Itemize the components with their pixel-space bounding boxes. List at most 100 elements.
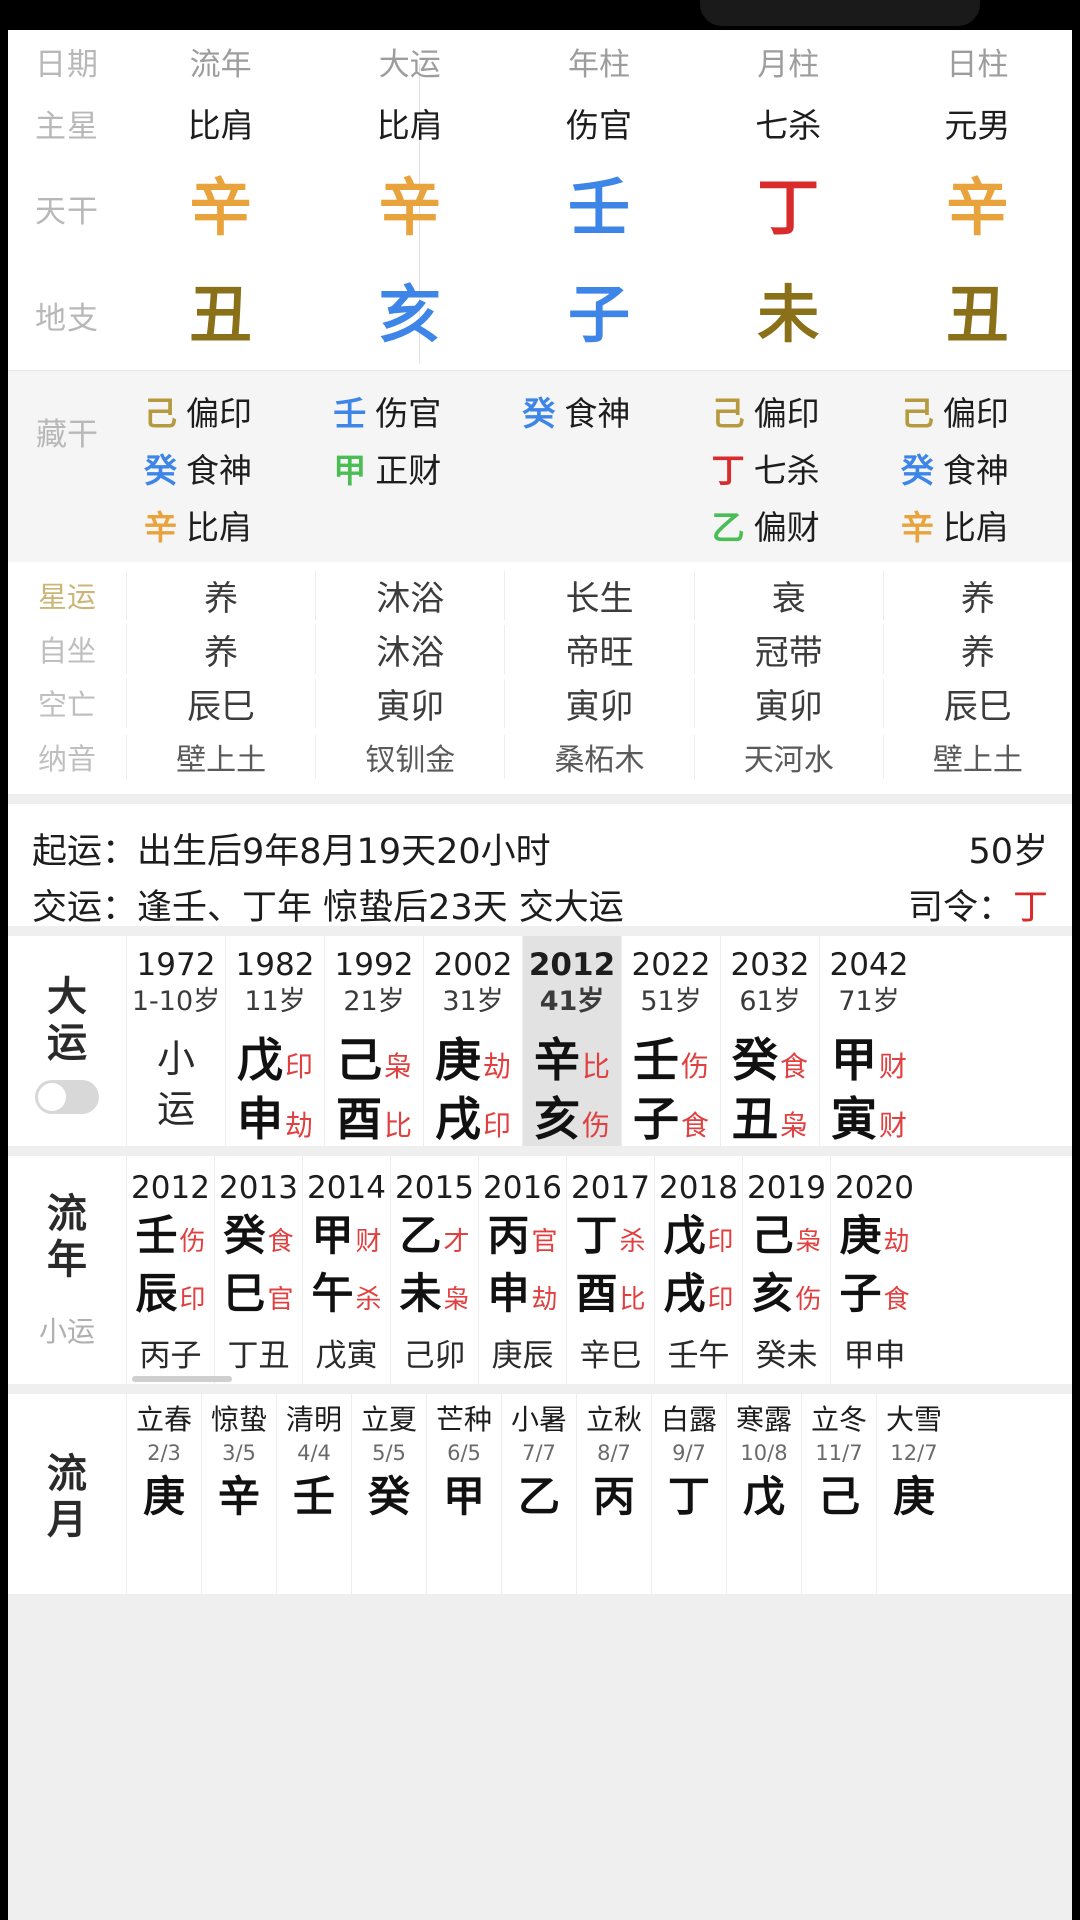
- liuyue-cell[interactable]: 立夏 5/5 癸: [351, 1394, 426, 1594]
- pillar-header-year[interactable]: 年柱: [504, 39, 693, 84]
- dayun-stem-char: 辛: [533, 1033, 580, 1087]
- hidden-stems-col-dayun: 壬伤官甲正财: [315, 385, 504, 562]
- hidden-stem-char: 己: [711, 394, 745, 433]
- fortune-cell: 辰巳: [882, 678, 1072, 728]
- liunian-stem-char: 丁: [575, 1211, 618, 1260]
- dayun-stem: 甲财: [820, 1034, 918, 1093]
- liuyue-cell[interactable]: 寒露 10/8 戊: [726, 1394, 801, 1594]
- dayun-branch-god: 枭: [779, 1109, 808, 1142]
- liunian-stem-char: 乙: [399, 1211, 442, 1260]
- liunian-scrollbar[interactable]: [132, 1376, 232, 1382]
- dayun-cell[interactable]: 1972 1-10岁小运: [126, 936, 225, 1146]
- dayun-stem: 辛比: [523, 1034, 621, 1093]
- hidden-stems-label: 藏干: [36, 417, 98, 453]
- liunian-cell-year: 2016: [483, 1170, 562, 1206]
- dayun-cell[interactable]: 2042 71岁甲财寅财: [819, 936, 918, 1146]
- liunian-stem-char: 甲: [311, 1211, 354, 1260]
- hidden-stem-char: 乙: [711, 508, 745, 547]
- fortune-row: 空亡 辰巳 寅卯 寅卯 寅卯 辰巳: [8, 676, 1072, 730]
- liunian-stem: 癸食: [215, 1210, 302, 1268]
- liunian-cells[interactable]: 2012 壬伤辰印丙子 2013 癸食巳官丁丑 2014 甲财午杀戊寅 2015 乙才未枭己卯…: [126, 1156, 1072, 1384]
- dayun-cell[interactable]: 1982 11岁戊印申劫: [225, 936, 324, 1146]
- hidden-stem-god: 食神: [186, 451, 252, 490]
- pillar-header-month[interactable]: 月柱: [694, 39, 883, 84]
- dayun-toggle[interactable]: [35, 1080, 99, 1114]
- liuyue-strip[interactable]: 流 月 立春 2/3 庚 惊蛰 3/5 辛 清明 4/4 壬 立夏 5/5 癸 芒种 6/5 甲 小暑 7/7 乙…: [8, 1394, 1072, 1594]
- dayun-stem-char: 己: [335, 1033, 382, 1087]
- row-label-branch: 地支: [35, 300, 99, 337]
- liuyue-cell[interactable]: 清明 4/4 壬: [276, 1394, 351, 1594]
- liunian-cell-xiaoyun: 辛巳: [579, 1338, 642, 1374]
- jiaoyun-text: 交运：逢壬、丁年 惊蛰后23天 交大运: [32, 879, 624, 930]
- liuyue-cell-stem: 癸: [367, 1472, 410, 1521]
- stem-liunian: 辛: [189, 171, 252, 244]
- liuyue-cell[interactable]: 小暑 7/7 乙: [501, 1394, 576, 1594]
- dayun-branch-char: 亥: [533, 1092, 580, 1146]
- liuyue-cell-date: 8/7: [597, 1441, 631, 1465]
- liuyue-cell-date: 12/7: [890, 1441, 938, 1465]
- dayun-cell[interactable]: 2032 61岁癸食丑枭: [720, 936, 819, 1146]
- liuyue-cell[interactable]: 立春 2/3 庚: [126, 1394, 201, 1594]
- liunian-cell-year: 2019: [747, 1170, 826, 1206]
- hidden-stems-col-liunian: 己偏印癸食神辛比肩: [126, 385, 315, 562]
- dayun-cell[interactable]: 2012 41岁辛比亥伤: [522, 936, 621, 1146]
- fortune-cell: 长生: [504, 570, 693, 620]
- hidden-stems-col-day: 己偏印癸食神辛比肩: [883, 385, 1072, 562]
- liunian-cell-year: 2014: [307, 1170, 386, 1206]
- dayun-cells[interactable]: 1972 1-10岁小运 1982 11岁戊印申劫 1992 21岁己枭酉比 2002 31岁…: [126, 936, 1072, 1146]
- fortune-cell: 寅卯: [315, 678, 504, 728]
- liunian-cell[interactable]: 2014 甲财午杀戊寅: [302, 1156, 390, 1384]
- dayun-cell[interactable]: 1992 21岁己枭酉比: [324, 936, 423, 1146]
- fortune-row-label: 自坐: [37, 634, 96, 668]
- liuyue-cell[interactable]: 惊蛰 3/5 辛: [201, 1394, 276, 1594]
- hidden-stems-block: 藏干 己偏印癸食神辛比肩 壬伤官甲正财 癸食神 己偏印丁七杀乙偏财 己偏印癸食神…: [8, 370, 1072, 562]
- dayun-title: 大 运: [8, 936, 126, 1146]
- dayun-cell[interactable]: 2022 51岁壬伤子食: [621, 936, 720, 1146]
- liuyue-cell[interactable]: 大雪 12/7 庚: [876, 1394, 951, 1594]
- liuyue-cell[interactable]: 白露 9/7 丁: [651, 1394, 726, 1594]
- dayun-cell[interactable]: 2002 31岁庚劫戌印: [423, 936, 522, 1146]
- pillar-header-liunian[interactable]: 流年: [126, 39, 315, 84]
- dayun-stem-god: 劫: [482, 1050, 511, 1083]
- liuyue-cells[interactable]: 立春 2/3 庚 惊蛰 3/5 辛 清明 4/4 壬 立夏 5/5 癸 芒种 6/5 甲 小暑 7/7 乙 立秋 8/…: [126, 1394, 1072, 1594]
- liuyue-cell-date: 4/4: [297, 1441, 331, 1465]
- dayun-stem-char: 甲: [830, 1033, 877, 1087]
- liunian-cell[interactable]: 2018 戊印戌印壬午: [654, 1156, 742, 1384]
- jiaoyun-label: 交运：: [32, 887, 138, 928]
- liuyue-cell[interactable]: 立秋 8/7 丙: [576, 1394, 651, 1594]
- liunian-branch-god: 枭: [443, 1285, 470, 1315]
- liuyue-cell[interactable]: 芒种 6/5 甲: [426, 1394, 501, 1594]
- liunian-cell[interactable]: 2016 丙官申劫庚辰: [478, 1156, 566, 1384]
- liunian-cell[interactable]: 2019 己枭亥伤癸未: [742, 1156, 830, 1384]
- hidden-stem-item: 己偏印: [712, 385, 883, 442]
- liunian-strip[interactable]: 流 年 小运 2012 壬伤辰印丙子 2013 癸食巳官丁丑 2014 甲财午杀戊寅 201…: [8, 1156, 1072, 1384]
- stem-day: 辛: [946, 171, 1009, 244]
- fortune-cell: 帝旺: [504, 624, 693, 674]
- qiyun-line-2: 交运：逢壬、丁年 惊蛰后23天 交大运 司令：丁: [32, 876, 1048, 932]
- dayun-stem-god: 比: [581, 1050, 610, 1083]
- liunian-cell[interactable]: 2020 庚劫子食甲申: [830, 1156, 918, 1384]
- fortune-cell: 冠带: [693, 624, 883, 674]
- liunian-cell[interactable]: 2015 乙才未枭己卯: [390, 1156, 478, 1384]
- dayun-strip[interactable]: 大 运 1972 1-10岁小运 1982 11岁戊印申劫 1992 21岁己枭酉比 200…: [8, 936, 1072, 1146]
- liunian-cell[interactable]: 2017 丁杀酉比辛巳: [566, 1156, 654, 1384]
- liunian-cell[interactable]: 2012 壬伤辰印丙子: [126, 1156, 214, 1384]
- liunian-cell-xiaoyun: 丁丑: [227, 1338, 290, 1374]
- fortune-cell: 壁上土: [126, 735, 315, 779]
- pillar-header-dayun[interactable]: 大运: [315, 39, 504, 84]
- liunian-cell-xiaoyun: 戊寅: [315, 1338, 378, 1374]
- liunian-branch-char: 子: [839, 1269, 882, 1318]
- dayun-toggle-knob: [38, 1083, 66, 1111]
- page-content: 日期 流年 大运 年柱 月柱 日柱 主星 比肩 比肩 伤官 七杀 元男 天干 辛…: [8, 30, 1072, 1920]
- hidden-stem-item: 癸食神: [144, 442, 315, 499]
- app-screen: 日期 流年 大运 年柱 月柱 日柱 主星 比肩 比肩 伤官 七杀 元男 天干 辛…: [0, 0, 1080, 1920]
- pillar-header-day[interactable]: 日柱: [883, 39, 1072, 84]
- liunian-cell[interactable]: 2013 癸食巳官丁丑: [214, 1156, 302, 1384]
- liuyue-cell[interactable]: 立冬 11/7 己: [801, 1394, 876, 1594]
- dayun-branch-god: 伤: [581, 1109, 610, 1142]
- liunian-branch-god: 官: [267, 1285, 294, 1315]
- liunian-branch-char: 戌: [663, 1269, 706, 1318]
- liunian-cell-year: 2017: [571, 1170, 650, 1206]
- dayun-branch: 子食: [622, 1093, 720, 1146]
- liunian-branch: 戌印: [655, 1268, 742, 1326]
